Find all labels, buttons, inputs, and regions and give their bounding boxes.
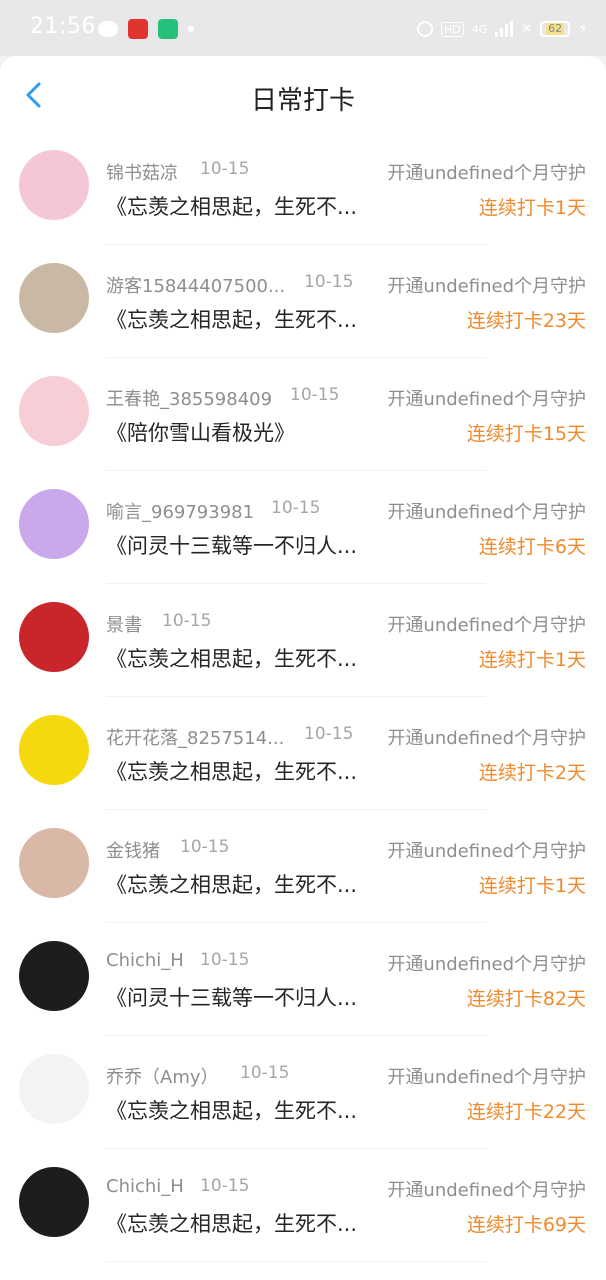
checkin-date: 10-15 [200, 1176, 250, 1196]
streak-count: 连续打卡1天 [478, 197, 586, 219]
book-title[interactable]: 《忘羡之相思起，生死不... [106, 643, 357, 673]
wechat-icon [98, 21, 118, 37]
checkin-row[interactable]: 锦书菇凉 10-15 开通undefined个月守护《忘羡之相思起，生死不... 连续… [0, 132, 606, 245]
user-avatar[interactable] [19, 602, 89, 672]
app-red-icon [128, 19, 148, 39]
user-avatar[interactable] [19, 1054, 89, 1124]
system-icons: HD 4G ✕ 62 ⚡ [416, 18, 588, 40]
user-avatar[interactable] [19, 715, 89, 785]
dot-icon [188, 26, 194, 32]
status-bar: 21:56 HD 4G ✕ 62 ⚡ [0, 0, 606, 56]
streak-count: 连续打卡15天 [466, 423, 586, 445]
checkin-date: 10-15 [240, 1063, 290, 1083]
user-name: 花开花落_8257514... [106, 728, 285, 749]
book-title[interactable]: 《问灵十三载等一不归人... [106, 982, 357, 1012]
app-bar: 日常打卡 [0, 56, 606, 132]
checkin-date: 10-15 [290, 385, 340, 405]
checkin-date: 10-15 [162, 611, 212, 631]
book-title[interactable]: 《忘羡之相思起，生死不... [106, 869, 357, 899]
signal-bars-icon [495, 21, 514, 37]
book-title[interactable]: 《忘羡之相思起，生死不... [106, 1095, 357, 1125]
user-name: 喻言_969793981 [106, 502, 255, 523]
user-avatar[interactable] [19, 941, 89, 1011]
checkin-date: 10-15 [271, 498, 321, 518]
streak-count: 连续打卡23天 [466, 310, 586, 332]
streak-count: 连续打卡69天 [466, 1214, 586, 1236]
streak-count: 连续打卡82天 [466, 988, 586, 1010]
checkin-row[interactable]: 花开花落_8257514... 10-15 开通undefined个月守护《忘羡之相… [0, 697, 606, 810]
user-name: Chichi_H [106, 1176, 184, 1197]
user-name: 王春艳_385598409 [106, 389, 273, 410]
battery-level: 62 [546, 22, 565, 35]
no-signal-icon: ✕ [521, 21, 533, 37]
guard-plan-text: 开通undefined个月守护 [387, 163, 586, 184]
guard-plan-text: 开通undefined个月守护 [387, 615, 586, 636]
checkin-row[interactable]: 乔乔（Amy） 10-15 开通undefined个月守护《忘羡之相思起，生死不..… [0, 1036, 606, 1149]
checkin-row[interactable]: 喻言_969793981 10-15 开通undefined个月守护《问灵十三载等一… [0, 471, 606, 584]
user-avatar[interactable] [19, 828, 89, 898]
guard-plan-text: 开通undefined个月守护 [387, 841, 586, 862]
book-title[interactable]: 《忘羡之相思起，生死不... [106, 191, 357, 221]
row-divider [106, 1261, 486, 1262]
user-avatar[interactable] [19, 1167, 89, 1237]
notification-icons [98, 18, 194, 40]
streak-count: 连续打卡6天 [478, 536, 586, 558]
book-title[interactable]: 《忘羡之相思起，生死不... [106, 304, 357, 334]
guard-plan-text: 开通undefined个月守护 [387, 954, 586, 975]
user-name: 锦书菇凉 [106, 163, 178, 184]
streak-count: 连续打卡2天 [478, 762, 586, 784]
guard-plan-text: 开通undefined个月守护 [387, 276, 586, 297]
charging-icon: ⚡ [578, 21, 588, 37]
user-avatar[interactable] [19, 150, 89, 220]
book-title[interactable]: 《陪你雪山看极光》 [106, 417, 295, 447]
checkin-row[interactable]: Chichi_H 10-15 开通undefined个月守护《问灵十三载等一不归人.… [0, 923, 606, 1036]
checkin-date: 10-15 [304, 724, 354, 744]
app-green-icon [158, 19, 178, 39]
guard-plan-text: 开通undefined个月守护 [387, 502, 586, 523]
user-name: Chichi_H [106, 950, 184, 971]
book-title[interactable]: 《忘羡之相思起，生死不... [106, 756, 357, 786]
guard-plan-text: 开通undefined个月守护 [387, 1067, 586, 1088]
user-name: 游客15844407500... [106, 276, 286, 297]
user-avatar[interactable] [19, 376, 89, 446]
signal-icon: 4G [471, 22, 488, 36]
guard-plan-text: 开通undefined个月守护 [387, 1180, 586, 1201]
checkin-row[interactable]: 金钱猪 10-15 开通undefined个月守护《忘羡之相思起，生死不... 连续打… [0, 810, 606, 923]
alarm-icon [416, 21, 433, 37]
status-time: 21:56 [30, 14, 96, 39]
checkin-date: 10-15 [304, 272, 354, 292]
checkin-row[interactable]: 游客15844407500... 10-15 开通undefined个月守护《忘羡之… [0, 245, 606, 358]
checkin-date: 10-15 [200, 950, 250, 970]
book-title[interactable]: 《忘羡之相思起，生死不... [106, 1208, 357, 1238]
book-title[interactable]: 《问灵十三载等一不归人... [106, 530, 357, 560]
streak-count: 连续打卡1天 [478, 875, 586, 897]
user-name: 乔乔（Amy） [106, 1067, 219, 1088]
user-name: 景書 [106, 615, 142, 636]
user-avatar[interactable] [19, 489, 89, 559]
streak-count: 连续打卡22天 [466, 1101, 586, 1123]
hd-icon: HD [440, 21, 464, 37]
checkin-list[interactable]: 锦书菇凉 10-15 开通undefined个月守护 《忘羡之相思起，生死不... 连续… [0, 132, 606, 1280]
user-name: 金钱猪 [106, 841, 160, 862]
checkin-date: 10-15 [180, 837, 230, 857]
user-avatar[interactable] [19, 263, 89, 333]
checkin-row[interactable]: 王春艳_385598409 10-15 开通undefined个月守护《陪你雪山看极… [0, 358, 606, 471]
checkin-row[interactable]: 景書 10-15 开通undefined个月守护《忘羡之相思起，生死不... 连续打卡… [0, 584, 606, 697]
page-title: 日常打卡 [250, 86, 355, 116]
streak-count: 连续打卡1天 [478, 649, 586, 671]
guard-plan-text: 开通undefined个月守护 [387, 389, 586, 410]
guard-plan-text: 开通undefined个月守护 [387, 728, 586, 749]
checkin-row[interactable]: Chichi_H 10-15 开通undefined个月守护《忘羡之相思起，生死不.… [0, 1149, 606, 1262]
battery-icon: 62 [540, 21, 571, 37]
checkin-date: 10-15 [200, 159, 250, 179]
